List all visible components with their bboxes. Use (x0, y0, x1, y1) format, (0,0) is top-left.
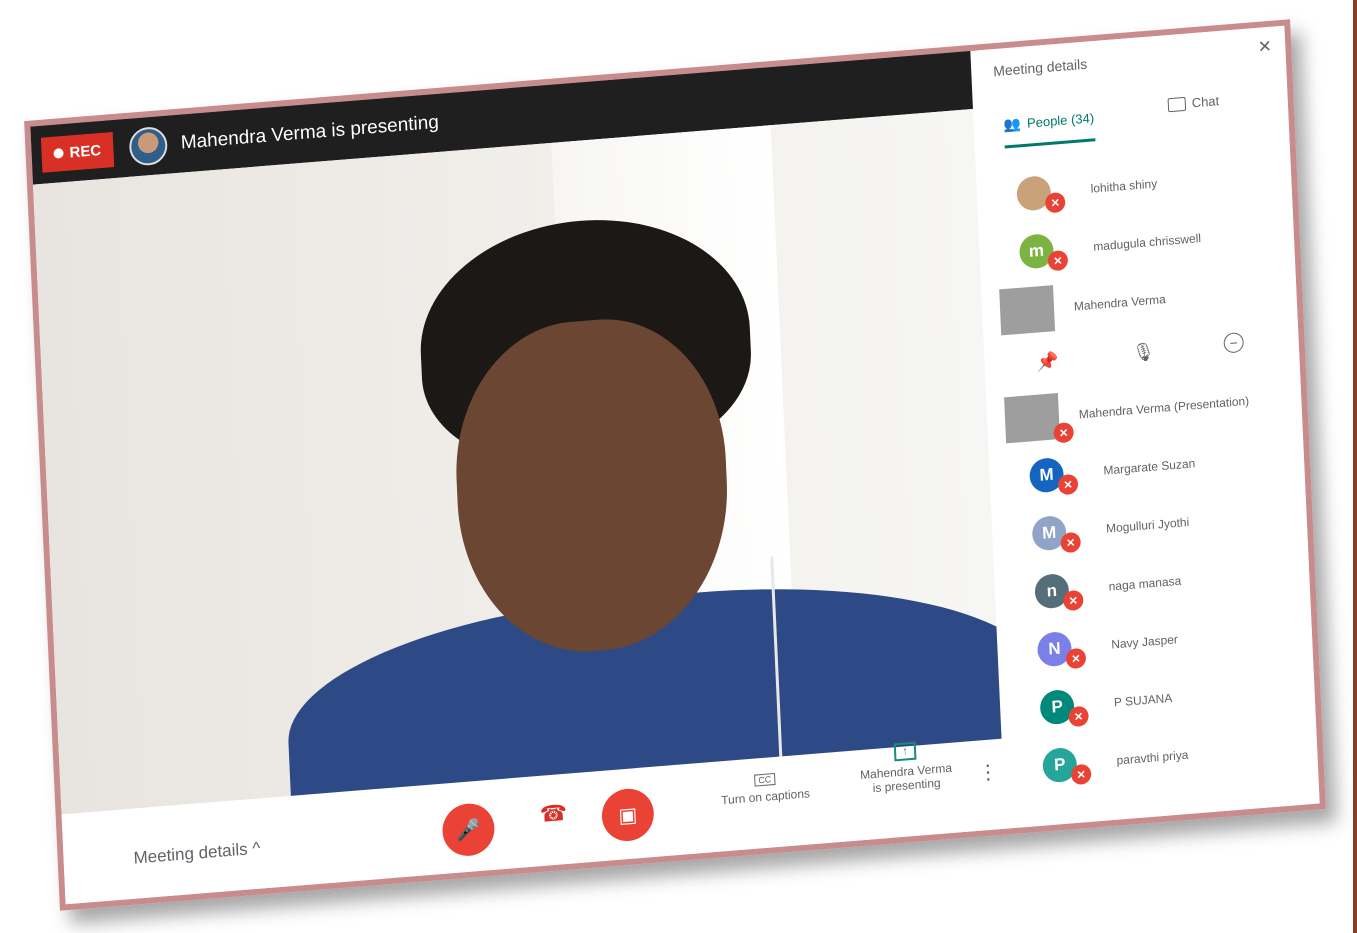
avatar-initial: P (1053, 754, 1066, 775)
main-stage: REC Mahendra Verma is presenting Meeting… (30, 50, 1013, 905)
participant-name: naga manasa (1108, 573, 1182, 594)
close-icon[interactable]: × (1258, 33, 1272, 60)
avatar: n ✕ (1034, 572, 1084, 612)
avatar: P ✕ (1042, 746, 1092, 786)
captions-button[interactable]: CC Turn on captions (720, 768, 810, 807)
avatar: M ✕ (1028, 456, 1079, 496)
meeting-details-button[interactable]: Meeting details ^ (133, 838, 261, 868)
mic-off-icon: ✕ (1070, 763, 1092, 786)
avatar (999, 285, 1056, 336)
more-options-button[interactable]: ⋮ (978, 759, 999, 786)
panel-title: Meeting details (992, 55, 1088, 80)
presenting-text: Mahendra Verma is presenting (180, 111, 440, 154)
mic-off-icon: ✕ (1060, 531, 1082, 554)
participant-name: Mahendra Verma (Presentation) (1078, 393, 1250, 422)
tab-people[interactable]: 👥 People (34) (1003, 109, 1096, 149)
mic-off-icon: ✕ (1053, 421, 1075, 444)
meeting-details-label: Meeting details (133, 839, 249, 868)
page-edge (1353, 0, 1357, 933)
participant-name: Mahendra Verma (1073, 292, 1167, 314)
avatar: ✕ (1004, 393, 1075, 444)
mic-off-icon: 🎤 (455, 818, 482, 843)
mic-off-icon: ✕ (1065, 647, 1087, 670)
chevron-up-icon: ^ (251, 838, 261, 859)
chat-icon (1167, 96, 1187, 112)
recording-label: REC (69, 141, 102, 162)
speaker-video (33, 108, 1009, 821)
mute-button[interactable]: 🎤 (441, 801, 496, 858)
avatar-initial: N (1047, 638, 1062, 659)
participant-name: paravthi priya (1116, 747, 1189, 768)
hangup-icon: ☎ (539, 799, 568, 827)
avatar-initial: P (1051, 696, 1064, 717)
tab-people-label: People (34) (1026, 110, 1095, 131)
participant-name: lohitha shiny (1090, 176, 1158, 196)
camera-off-icon: ▣ (617, 803, 638, 828)
participant-name: Mogulluri Jyothi (1105, 514, 1190, 536)
more-icon: ⋮ (977, 761, 999, 785)
recording-badge: REC (40, 131, 114, 173)
record-dot-icon (53, 148, 64, 159)
captions-label: Turn on captions (720, 786, 811, 808)
mic-off-icon: ✕ (1057, 473, 1079, 496)
avatar: P ✕ (1039, 688, 1090, 728)
avatar: N ✕ (1036, 630, 1087, 670)
meet-window: REC Mahendra Verma is presenting Meeting… (24, 19, 1326, 911)
tab-chat-label: Chat (1191, 93, 1220, 111)
participant-name: P SUJANA (1113, 690, 1173, 710)
camera-button[interactable]: ▣ (600, 786, 655, 843)
avatar-initial: n (1046, 580, 1058, 601)
mic-off-icon: ✕ (1047, 249, 1069, 272)
meeting-details-panel: Meeting details × 👥 People (34) Chat ✕ l… (970, 25, 1320, 829)
avatar-initial: M (1039, 464, 1055, 485)
mic-icon[interactable]: 🎙 (1132, 341, 1156, 364)
avatar-initial: m (1028, 240, 1045, 261)
participant-list: ✕ lohitha shiny m ✕ madugula chrisswell … (976, 144, 1319, 799)
hangup-button[interactable]: ☎ (539, 800, 567, 828)
avatar: m ✕ (1018, 232, 1069, 272)
avatar-initial: M (1041, 522, 1057, 543)
tab-chat[interactable]: Chat (1167, 93, 1220, 112)
mic-off-icon: ✕ (1044, 191, 1066, 214)
remove-icon[interactable]: − (1223, 332, 1245, 354)
captions-icon: CC (754, 772, 776, 787)
avatar: M ✕ (1031, 514, 1082, 554)
mic-off-icon: ✕ (1062, 589, 1084, 612)
avatar (128, 125, 168, 167)
pin-icon[interactable]: 📌 (1036, 351, 1059, 374)
mic-off-icon: ✕ (1068, 705, 1090, 728)
people-icon: 👥 (1003, 115, 1022, 133)
participant-name: Margarate Suzan (1103, 456, 1196, 478)
avatar: ✕ (1016, 174, 1066, 214)
participant-name: Navy Jasper (1111, 632, 1179, 652)
participant-name: madugula chrisswell (1092, 231, 1202, 254)
present-icon: ↑ (893, 741, 917, 762)
presenting-button[interactable]: ↑ Mahendra Verma is presenting (859, 739, 953, 796)
